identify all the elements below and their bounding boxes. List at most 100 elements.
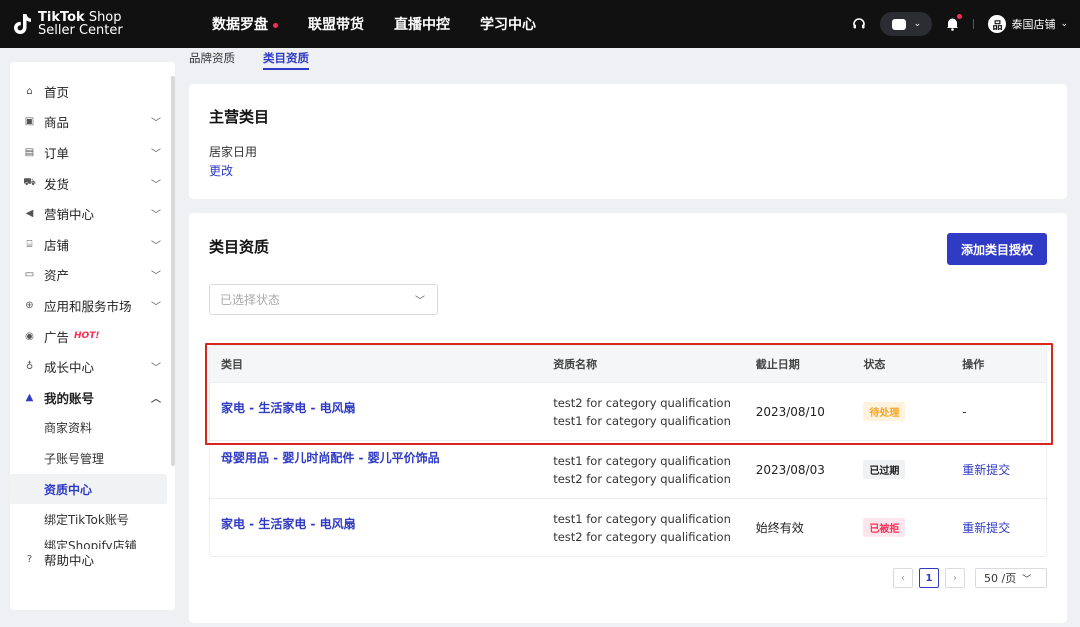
pagination: ‹ 1 › 50 /页 ﹀ — [893, 568, 1047, 588]
shop-label: 泰国店铺 — [1011, 18, 1056, 31]
sidebar-item-label: 店铺 — [44, 237, 70, 253]
chevron-down-icon: ⌄ — [913, 19, 922, 29]
category-link[interactable]: 母婴用品 - 婴儿时尚配件 - 婴儿平价饰品 — [210, 441, 553, 466]
sidebar: ⌂ 首页 ▣ 商品 ﹀ ▤ 订单 ﹀ ⛟ 发货 ﹀ ◀ 营销中心 ﹀ ⌸ 店铺 ﹀ ▭ 资产 ﹀ ⊕ 应用和… — [10, 62, 175, 610]
next-page-button[interactable]: › — [945, 568, 965, 588]
chevron-down-icon: ﹀ — [151, 363, 161, 375]
tab-category-qualification[interactable]: 类目资质 — [263, 48, 309, 70]
change-category-link[interactable]: 更改 — [209, 162, 233, 179]
add-category-authorization-button[interactable]: 添加类目授权 — [947, 233, 1047, 265]
sidebar-item-growth[interactable]: ♁ 成长中心 ﹀ — [10, 351, 175, 382]
deadline: 2023/08/10 — [755, 404, 825, 419]
chevron-right-icon: › — [953, 572, 957, 584]
status-filter-select[interactable]: 已选择状态 ﹀ — [209, 284, 438, 315]
hot-badge: HOT! — [74, 331, 100, 342]
table-row: 母婴用品 - 婴儿时尚配件 - 婴儿平价饰品 test1 for categor… — [210, 440, 1046, 498]
headset-icon[interactable] — [852, 17, 866, 31]
home-icon: ⌂ — [26, 85, 33, 97]
sidebar-item-home[interactable]: ⌂ 首页 — [10, 76, 175, 107]
column-header-qualification: 资质名称 — [553, 358, 598, 371]
sidebar-item-app-market[interactable]: ⊕ 应用和服务市场 ﹀ — [10, 290, 175, 321]
sidebar-item-label: 应用和服务市场 — [44, 298, 132, 314]
page-size-label: 50 /页 — [984, 572, 1017, 585]
ad-icon: ◉ — [25, 330, 34, 342]
tiktok-logo-icon — [14, 14, 31, 34]
status-badge: 已被拒 — [863, 518, 906, 537]
tab-brand-qualification[interactable]: 品牌资质 — [189, 48, 235, 70]
main-category-value: 居家日用 — [209, 145, 258, 159]
sidebar-scrollbar[interactable] — [171, 76, 175, 466]
qualification-tabs: 品牌资质 类目资质 — [189, 48, 309, 70]
status-badge: 已过期 — [863, 460, 906, 479]
page-number[interactable]: 1 — [919, 568, 939, 588]
truck-icon: ⛟ — [23, 176, 36, 188]
chevron-down-icon: ﹀ — [1022, 574, 1032, 585]
chevron-down-icon: ﹀ — [151, 179, 161, 191]
sidebar-item-help[interactable]: ? 帮助中心 — [10, 549, 175, 571]
prev-page-button[interactable]: ‹ — [893, 568, 913, 588]
resubmit-link[interactable]: 重新提交 — [962, 519, 1046, 536]
sidebar-item-label: 订单 — [44, 145, 70, 161]
status-badge: 待处理 — [863, 402, 906, 421]
top-nav: 数据罗盘 联盟带货 直播中控 学习中心 — [212, 14, 536, 34]
qualification-name: test2 for category qualification — [553, 471, 731, 486]
category-qualification-title: 类目资质 — [209, 238, 270, 256]
nav-live-control[interactable]: 直播中控 — [394, 14, 450, 34]
chevron-left-icon: ‹ — [901, 572, 905, 584]
sidebar-item-label: 我的账号 — [44, 390, 95, 406]
column-header-status: 状态 — [863, 358, 886, 371]
deadline: 2023/08/03 — [755, 462, 825, 477]
nav-learning-center[interactable]: 学习中心 — [480, 14, 536, 34]
sidebar-sub-qualification-center[interactable]: 资质中心 — [10, 473, 167, 505]
table-row: 家电 - 生活家电 - 电风扇 test1 for category quali… — [210, 498, 1046, 556]
qualification-name: test1 for category qualification — [553, 453, 731, 468]
sidebar-item-label: 帮助中心 — [44, 553, 95, 569]
notification-dot — [957, 14, 963, 19]
status-filter-placeholder: 已选择状态 — [220, 293, 281, 307]
chevron-down-icon: ⌄ — [1060, 19, 1068, 29]
help-icon: ? — [26, 554, 33, 566]
category-link[interactable]: 家电 - 生活家电 - 电风扇 — [210, 383, 553, 416]
sidebar-sub-subaccounts[interactable]: 子账号管理 — [10, 443, 175, 474]
tiktok-shop-logo[interactable]: TikTok Shop Seller Center — [0, 11, 190, 37]
page-size-select[interactable]: 50 /页 ﹀ — [975, 568, 1047, 588]
chevron-down-icon: ﹀ — [151, 118, 161, 130]
product-icon: ▣ — [24, 116, 35, 128]
resubmit-link[interactable]: 重新提交 — [962, 461, 1046, 478]
sidebar-item-my-account[interactable]: ▲ 我的账号 ︿ — [10, 382, 175, 413]
column-header-category: 类目 — [221, 358, 243, 371]
sidebar-item-label: 广告 — [44, 329, 70, 345]
nav-affiliate[interactable]: 联盟带货 — [308, 14, 364, 34]
sidebar-item-label: 营销中心 — [44, 207, 95, 223]
store-icon: ⌸ — [26, 238, 33, 250]
sidebar-sub-bind-tiktok[interactable]: 绑定TikTok账号 — [10, 504, 175, 535]
sidebar-sub-bind-shopify[interactable]: 绑定Shopify店铺 — [10, 535, 175, 549]
sidebar-item-shipping[interactable]: ⛟ 发货 ﹀ — [10, 168, 175, 199]
sidebar-sub-merchant-profile[interactable]: 商家资料 — [10, 413, 175, 444]
column-header-deadline: 截止日期 — [755, 358, 800, 371]
shop-switcher[interactable]: 品 泰国店铺 ⌄ — [988, 15, 1068, 33]
sidebar-item-label: 资产 — [44, 268, 70, 284]
top-bar: TikTok Shop Seller Center 数据罗盘 联盟带货 直播中控… — [0, 0, 1080, 48]
sidebar-item-label: 首页 — [44, 84, 70, 100]
sidebar-item-store[interactable]: ⌸ 店铺 ﹀ — [10, 229, 175, 260]
order-icon: ▤ — [24, 146, 35, 158]
sidebar-item-products[interactable]: ▣ 商品 ﹀ — [10, 107, 175, 138]
category-link[interactable]: 家电 - 生活家电 - 电风扇 — [210, 499, 553, 532]
chevron-down-icon: ﹀ — [151, 240, 161, 252]
main-category-title: 主营类目 — [209, 108, 270, 126]
chevron-down-icon: ﹀ — [151, 148, 161, 160]
sidebar-item-ads[interactable]: ◉ 广告 HOT! — [10, 321, 175, 352]
card-icon: ▭ — [24, 269, 35, 281]
bell-icon[interactable] — [946, 14, 963, 31]
notification-dot — [273, 22, 278, 28]
megaphone-icon: ◀ — [25, 208, 34, 220]
message-button[interactable]: ⌄ — [880, 12, 933, 36]
sidebar-item-orders[interactable]: ▤ 订单 ﹀ — [10, 137, 175, 168]
nav-data-compass[interactable]: 数据罗盘 — [212, 14, 278, 34]
sidebar-item-label: 发货 — [44, 176, 70, 192]
shop-avatar: 品 — [988, 15, 1007, 33]
sidebar-item-assets[interactable]: ▭ 资产 ﹀ — [10, 260, 175, 291]
sidebar-item-marketing[interactable]: ◀ 营销中心 ﹀ — [10, 198, 175, 229]
divider — [973, 19, 975, 29]
